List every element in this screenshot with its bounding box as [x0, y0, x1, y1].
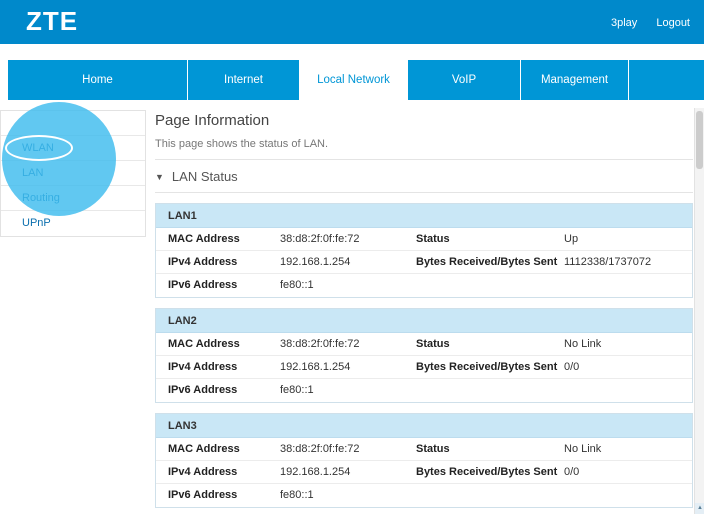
field-value: [564, 484, 692, 507]
tab-voip[interactable]: VoIP: [408, 60, 520, 100]
table-row: IPv6 Address fe80::1: [156, 484, 692, 507]
zte-router-admin-page: ZTE 3play Logout Home Internet Local Net…: [0, 0, 704, 514]
field-value: 0/0: [564, 461, 692, 484]
field-label: Status: [416, 228, 564, 251]
field-value: 192.168.1.254: [280, 251, 416, 274]
user-account-link[interactable]: 3play: [611, 17, 637, 29]
field-value: No Link: [564, 333, 692, 356]
field-value: Up: [564, 228, 692, 251]
page-description: This page shows the status of LAN.: [155, 138, 693, 150]
table-row: IPv4 Address 192.168.1.254 Bytes Receive…: [156, 356, 692, 379]
table-row: IPv6 Address fe80::1: [156, 274, 692, 297]
field-value: 38:d8:2f:0f:fe:72: [280, 438, 416, 461]
field-label: IPv6 Address: [168, 379, 280, 402]
zte-logo: ZTE: [26, 6, 78, 37]
sidebar-item-lan[interactable]: LAN: [1, 161, 145, 186]
scroll-up-icon[interactable]: ▲: [695, 503, 704, 514]
tab-local-network[interactable]: Local Network: [300, 60, 407, 100]
field-label: IPv4 Address: [168, 356, 280, 379]
field-label: Bytes Received/Bytes Sent: [416, 356, 564, 379]
vertical-scrollbar[interactable]: ▲: [694, 108, 704, 514]
field-label: MAC Address: [168, 438, 280, 461]
tab-home[interactable]: Home: [8, 60, 187, 100]
field-label: IPv4 Address: [168, 251, 280, 274]
logout-link[interactable]: Logout: [656, 17, 690, 29]
lan3-table: LAN3 MAC Address 38:d8:2f:0f:fe:72 Statu…: [155, 413, 693, 508]
field-label: Status: [416, 333, 564, 356]
table-title: LAN3: [156, 414, 692, 438]
table-row: MAC Address 38:d8:2f:0f:fe:72 Status Up: [156, 228, 692, 251]
lan1-table: LAN1 MAC Address 38:d8:2f:0f:fe:72 Statu…: [155, 203, 693, 298]
table-row: IPv4 Address 192.168.1.254 Bytes Receive…: [156, 461, 692, 484]
field-value: 1112338/1737072: [564, 251, 692, 274]
lan-status-section-header[interactable]: ▼ LAN Status: [155, 160, 693, 192]
sidebar-item-wlan[interactable]: WLAN: [1, 136, 145, 161]
field-value: [564, 379, 692, 402]
table-row: IPv4 Address 192.168.1.254 Bytes Receive…: [156, 251, 692, 274]
sidebar-item-status[interactable]: Status: [1, 111, 145, 136]
field-label: MAC Address: [168, 333, 280, 356]
tab-management[interactable]: Management: [521, 60, 628, 100]
field-value: 38:d8:2f:0f:fe:72: [280, 333, 416, 356]
field-label: IPv6 Address: [168, 274, 280, 297]
field-value: [564, 274, 692, 297]
sidebar: Status WLAN LAN Routing UPnP: [0, 110, 146, 237]
field-label: [416, 484, 564, 507]
field-label: [416, 274, 564, 297]
lan2-table: LAN2 MAC Address 38:d8:2f:0f:fe:72 Statu…: [155, 308, 693, 403]
field-label: Bytes Received/Bytes Sent: [416, 251, 564, 274]
section-title: LAN Status: [172, 169, 238, 184]
field-value: fe80::1: [280, 484, 416, 507]
sidebar-item-routing[interactable]: Routing: [1, 186, 145, 211]
table-title: LAN1: [156, 204, 692, 228]
collapse-icon: ▼: [155, 172, 164, 182]
tab-internet[interactable]: Internet: [188, 60, 299, 100]
page-title: Page Information: [155, 112, 693, 129]
field-label: IPv6 Address: [168, 484, 280, 507]
field-label: Status: [416, 438, 564, 461]
field-label: MAC Address: [168, 228, 280, 251]
field-label: Bytes Received/Bytes Sent: [416, 461, 564, 484]
scrollbar-thumb[interactable]: [696, 111, 703, 169]
field-value: No Link: [564, 438, 692, 461]
divider: [155, 192, 693, 193]
header-links: 3play Logout: [595, 17, 690, 29]
field-value: fe80::1: [280, 379, 416, 402]
field-value: 38:d8:2f:0f:fe:72: [280, 228, 416, 251]
nav-spacer: [629, 60, 704, 100]
main-content: Page Information This page shows the sta…: [155, 110, 693, 514]
table-row: MAC Address 38:d8:2f:0f:fe:72 Status No …: [156, 438, 692, 461]
field-label: [416, 379, 564, 402]
field-value: 192.168.1.254: [280, 356, 416, 379]
field-value: fe80::1: [280, 274, 416, 297]
field-label: IPv4 Address: [168, 461, 280, 484]
table-row: IPv6 Address fe80::1: [156, 379, 692, 402]
table-row: MAC Address 38:d8:2f:0f:fe:72 Status No …: [156, 333, 692, 356]
field-value: 0/0: [564, 356, 692, 379]
sidebar-item-upnp[interactable]: UPnP: [1, 211, 145, 236]
app-header: ZTE 3play Logout: [0, 0, 704, 44]
field-value: 192.168.1.254: [280, 461, 416, 484]
table-title: LAN2: [156, 309, 692, 333]
main-nav: Home Internet Local Network VoIP Managem…: [8, 60, 704, 100]
